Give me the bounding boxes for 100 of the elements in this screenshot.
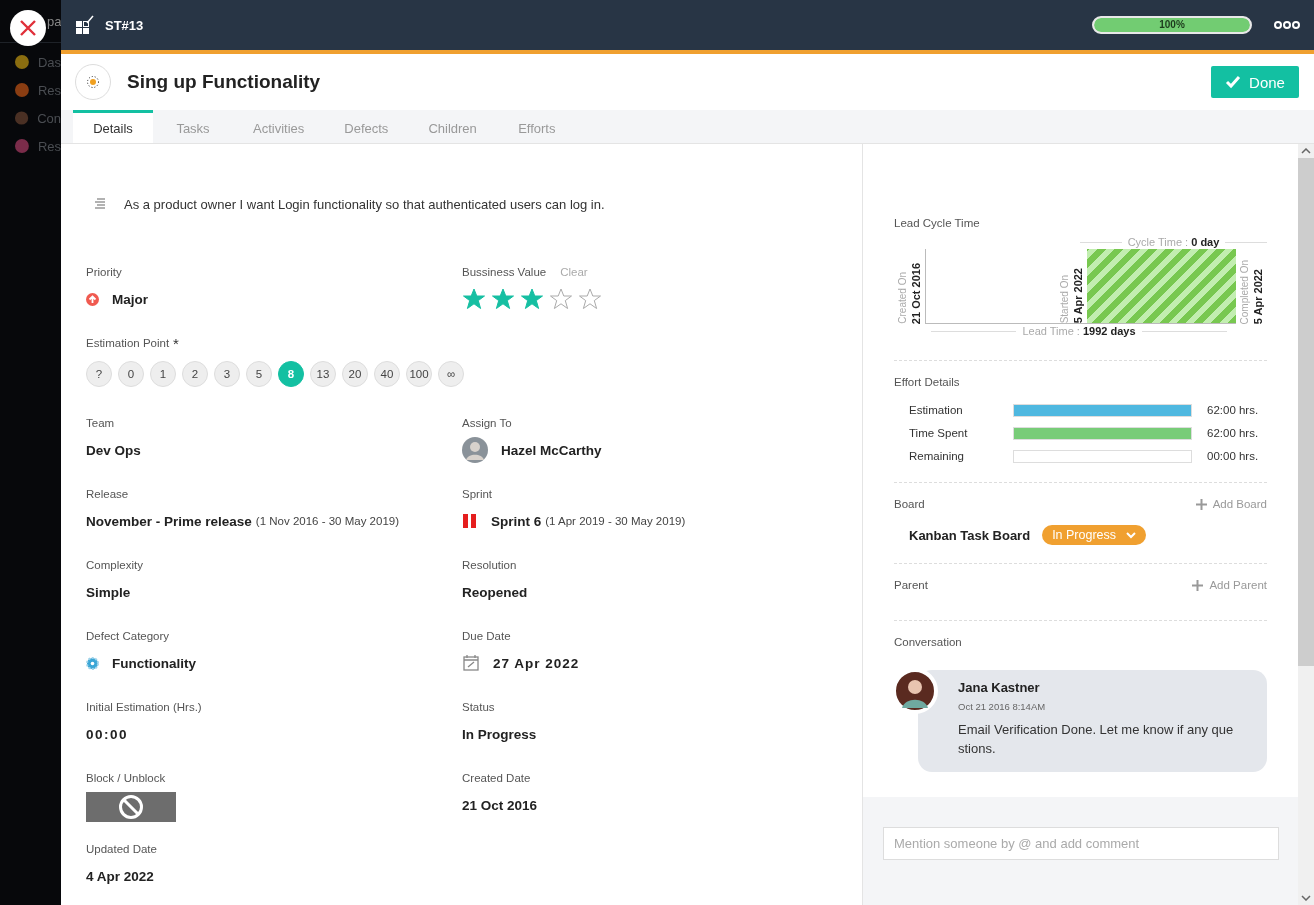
close-button[interactable] [10, 10, 46, 46]
message-text: Email Verification Done. Let me know if any questions. [958, 721, 1235, 758]
story-title: Sing up Functionality [127, 71, 322, 93]
date-label: Started On [1059, 274, 1071, 323]
message-time: Oct 21 2016 8:14AM [958, 701, 1047, 712]
star-icon[interactable] [520, 288, 544, 310]
effort-label: Time Spent [909, 427, 969, 439]
field-value: Dev Ops [86, 442, 141, 458]
field-value: 27 Apr 2022 [493, 655, 580, 671]
point-option[interactable]: 13 [310, 361, 336, 387]
plus-icon [1192, 579, 1204, 591]
section-title: Conversation [894, 636, 963, 648]
section-title: Effort Details [894, 376, 961, 388]
sidebar-item[interactable]: Res [37, 138, 61, 154]
field-value: 00:00 [86, 726, 129, 742]
field-value: Major [112, 291, 148, 307]
field-value: Simple [86, 584, 131, 600]
point-option[interactable]: 8 [278, 361, 304, 387]
required-mark: * [173, 334, 179, 352]
ban-icon [118, 794, 144, 820]
field-value: November - Prime release [86, 513, 252, 529]
cycle-time: Cycle Time : 0 day [1127, 236, 1220, 248]
sidebar-item[interactable]: Res [37, 82, 61, 98]
point-option[interactable]: 0 [118, 361, 144, 387]
scroll-up-icon[interactable] [1301, 148, 1311, 154]
field-label: Team [86, 417, 115, 429]
field-value: 4 Apr 2022 [86, 868, 154, 884]
plus-icon [1195, 498, 1207, 510]
gear-icon [86, 656, 99, 670]
point-option[interactable]: ∞ [438, 361, 464, 387]
started-date: 5 Apr 2022 [1072, 267, 1084, 323]
lead-time: Lead Time : 1992 days [1022, 325, 1136, 337]
field-label: Release [86, 488, 129, 500]
star-icon[interactable] [549, 288, 573, 310]
point-option[interactable]: ? [86, 361, 112, 387]
section-title: Lead Cycle Time [894, 217, 981, 229]
progress-bar: 100% [1092, 16, 1252, 34]
field-value: Hazel McCarthy [501, 442, 602, 458]
add-board-link[interactable]: Add Board [1195, 498, 1267, 510]
field-label: Priority [86, 266, 122, 278]
arrow-up-icon [86, 292, 99, 306]
field-label: Complexity [86, 559, 143, 571]
more-icon[interactable] [1272, 18, 1302, 32]
point-option[interactable]: 20 [342, 361, 368, 387]
caret-icon [1126, 531, 1137, 539]
field-label: Initial Estimation (Hrs.) [86, 701, 202, 713]
date-range: (1 Nov 2016 - 30 May 2019) [255, 515, 400, 527]
sidebar-item[interactable]: Das [37, 54, 61, 70]
field-label: Due Date [462, 630, 511, 642]
check-icon [1225, 75, 1242, 89]
created-date: 21 Oct 2016 [910, 262, 922, 324]
field-value: Functionality [112, 655, 196, 671]
point-option[interactable]: 2 [182, 361, 208, 387]
status-dropdown[interactable]: In Progress [1042, 525, 1147, 545]
point-option[interactable]: 40 [374, 361, 400, 387]
section-title: Parent [894, 579, 928, 591]
field-label: Status [462, 701, 495, 713]
field-label: Created Date [462, 772, 531, 784]
field-label: Sprint [462, 488, 493, 500]
effort-hours: 62:00 hrs. [1207, 404, 1259, 416]
field-value: In Progress [462, 726, 537, 742]
completed-date: 5 Apr 2022 [1252, 268, 1264, 324]
date-label: Created On [897, 272, 909, 324]
effort-hours: 62:00 hrs. [1207, 427, 1259, 439]
field-value: Reopened [462, 584, 528, 600]
field-label: Assign To [462, 417, 512, 429]
star-icon[interactable] [491, 288, 515, 310]
tab[interactable]: Activities [233, 110, 325, 143]
done-button[interactable]: Done [1211, 66, 1299, 98]
calendar-icon[interactable] [462, 654, 480, 672]
tab[interactable]: Children [408, 110, 497, 143]
close-icon[interactable] [18, 18, 38, 38]
point-option[interactable]: 1 [150, 361, 176, 387]
point-option[interactable]: 3 [214, 361, 240, 387]
comment-field[interactable]: Mention someone by @ and add comment [883, 827, 1279, 860]
avatar-icon [462, 437, 488, 463]
tab[interactable]: Efforts [496, 110, 577, 143]
sidebar-item[interactable]: Con [37, 110, 61, 126]
clear-link[interactable]: Clear [560, 266, 588, 278]
field-label: Bussiness Value [462, 266, 547, 278]
field-label: Resolution [462, 559, 517, 571]
sprint-icon [462, 514, 478, 528]
field-value: Sprint 6 [491, 513, 542, 529]
item-id: ST#13 [105, 17, 145, 33]
field-value: 21 Oct 2016 [462, 797, 538, 813]
star-icon[interactable] [462, 288, 486, 310]
tab[interactable]: Defects [324, 110, 409, 143]
message-author: Jana Kastner [958, 680, 1041, 695]
scroll-down-icon[interactable] [1301, 895, 1311, 901]
tab[interactable]: Tasks [153, 110, 233, 143]
add-parent-link[interactable]: Add Parent [1192, 579, 1267, 591]
story-icon [75, 14, 97, 36]
point-option[interactable]: 100 [406, 361, 432, 387]
star-icon[interactable] [578, 288, 602, 310]
scrollbar[interactable] [1298, 144, 1314, 905]
tab[interactable]: Details [73, 110, 153, 143]
point-option[interactable]: 5 [246, 361, 272, 387]
date-range: (1 Apr 2019 - 30 May 2019) [545, 515, 686, 527]
effort-label: Remaining [909, 450, 965, 462]
block-button[interactable] [86, 792, 176, 822]
